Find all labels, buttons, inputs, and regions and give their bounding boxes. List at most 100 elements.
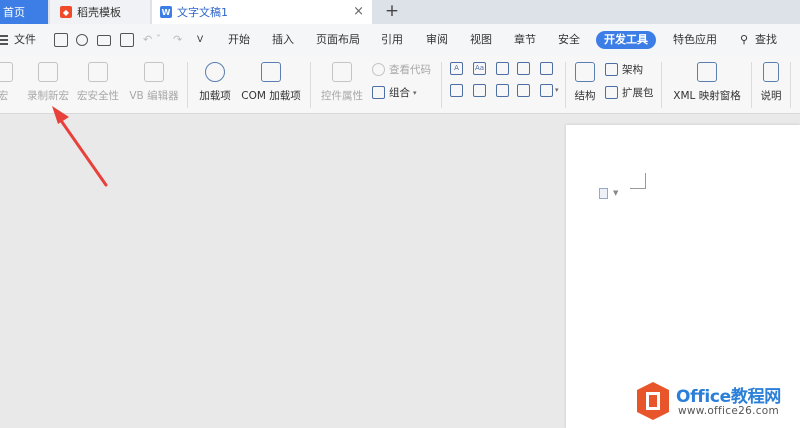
structure-icon [575, 62, 595, 82]
undo-icon[interactable]: ↶ ˇ [143, 24, 161, 56]
menu-insert[interactable]: 插入 [272, 24, 294, 56]
text-control-icon[interactable]: A [450, 62, 463, 75]
dropdown-arrow-icon: ▾ [413, 88, 417, 97]
hamburger-menu-icon[interactable] [0, 35, 8, 47]
writer-doc-icon: W [160, 6, 172, 18]
record-macro-icon [38, 62, 58, 82]
save-icon[interactable] [54, 33, 68, 47]
menu-references[interactable]: 引用 [381, 24, 403, 56]
view-code-icon [372, 63, 385, 76]
paragraph-layout-icon[interactable] [599, 188, 608, 199]
ribbon-divider [661, 62, 662, 108]
daoke-logo-icon: ◆ [60, 6, 72, 18]
combo-box-control-icon[interactable] [450, 84, 463, 97]
expansion-pack-label: 扩展包 [622, 87, 654, 99]
com-addins-button[interactable]: COM 加载项 [239, 58, 303, 103]
office26-watermark: Office教程网 www.office26.com [634, 378, 800, 428]
quick-access-more-icon[interactable]: ᐯ [197, 24, 203, 56]
legacy-tools-dropdown-icon[interactable]: ▾ [555, 86, 559, 94]
macro-label: 宏 [0, 90, 9, 102]
office-logo-icon [637, 382, 669, 420]
menu-special-apps[interactable]: 特色应用 [673, 24, 717, 56]
tab-home[interactable]: 首页 [0, 0, 48, 24]
view-code-label: 查看代码 [389, 64, 431, 76]
xml-mapping-pane-button[interactable]: XML 映射窗格 [668, 58, 746, 103]
com-addins-label: COM 加载项 [241, 90, 301, 102]
rich-text-control-icon[interactable]: Aa [473, 62, 486, 75]
gear-icon [205, 62, 225, 82]
tab-document-label: 文字文稿1 [177, 6, 228, 19]
menu-file[interactable]: 文件 [14, 24, 36, 56]
control-properties-button[interactable]: 控件属性 [318, 58, 366, 103]
preview-icon[interactable] [120, 33, 134, 47]
checkbox-control-icon[interactable] [540, 62, 553, 75]
group-label: 组合 [389, 87, 410, 99]
macro-button[interactable]: 宏 [0, 58, 14, 103]
dropdown-list-control-icon[interactable] [473, 84, 486, 97]
menu-review[interactable]: 审阅 [426, 24, 448, 56]
ribbon-divider [790, 62, 791, 108]
expansion-pack-icon [605, 86, 618, 99]
structure-button[interactable]: 结构 [570, 58, 600, 103]
watermark-url: www.office26.com [678, 405, 780, 417]
menu-home[interactable]: 开始 [228, 24, 250, 56]
building-block-control-icon[interactable] [517, 62, 530, 75]
legacy-tools-icon[interactable] [540, 84, 553, 97]
record-macro-label: 录制新宏 [27, 90, 69, 102]
menu-page-layout[interactable]: 页面布局 [316, 24, 360, 56]
vb-editor-button[interactable]: VB 编辑器 [127, 58, 181, 103]
group-icon [372, 86, 385, 99]
schema-button[interactable]: 架构 [605, 62, 643, 77]
developer-ribbon: 宏 录制新宏 宏安全性 VB 编辑器 加载项 COM 加载项 控件属性 查看代码… [0, 56, 800, 114]
view-code-button[interactable]: 查看代码 [372, 62, 431, 77]
control-properties-label: 控件属性 [321, 90, 363, 102]
watermark-title: Office教程网 [676, 387, 781, 407]
menu-search[interactable]: 查找 [755, 24, 777, 56]
ribbon-divider [751, 62, 752, 108]
expansion-pack-button[interactable]: 扩展包 [605, 85, 654, 100]
redo-icon[interactable]: ↷ [173, 24, 182, 56]
help-button[interactable]: 说明 [757, 58, 785, 103]
ribbon-divider [565, 62, 566, 108]
info-document-icon [763, 62, 779, 82]
search-icon[interactable]: ⚲ [740, 24, 748, 56]
ribbon-divider [441, 62, 442, 108]
menu-view[interactable]: 视图 [470, 24, 492, 56]
control-properties-icon [332, 62, 352, 82]
group-button[interactable]: 组合 ▾ [372, 85, 417, 100]
macro-security-label: 宏安全性 [77, 90, 119, 102]
xml-mapping-label: XML 映射窗格 [673, 90, 741, 102]
tab-daoke-templates[interactable]: ◆ 稻壳模板 [50, 0, 150, 24]
tab-home-label: 首页 [3, 6, 25, 19]
print-preview-icon[interactable] [76, 34, 88, 46]
print-icon[interactable] [97, 35, 111, 46]
help-label: 说明 [760, 90, 782, 102]
date-picker-control-icon[interactable] [496, 84, 509, 97]
tab-daoke-label: 稻壳模板 [77, 6, 121, 19]
macro-security-icon [88, 62, 108, 82]
menu-security[interactable]: 安全 [558, 24, 580, 56]
close-tab-icon[interactable]: × [353, 4, 364, 19]
tab-document[interactable]: W 文字文稿1 × [152, 0, 372, 24]
menu-bar: 文件 ↶ ˇ ↷ ᐯ 开始 插入 页面布局 引用 审阅 视图 章节 安全 开发工… [0, 24, 800, 56]
addins-label: 加载项 [199, 90, 231, 102]
record-macro-button[interactable]: 录制新宏 [24, 58, 72, 103]
menu-section[interactable]: 章节 [514, 24, 536, 56]
menu-developer-tools[interactable]: 开发工具 [596, 31, 656, 49]
com-addin-icon [261, 62, 281, 82]
arrow-shaft [60, 120, 108, 187]
addins-button[interactable]: 加载项 [195, 58, 235, 103]
macro-icon [0, 62, 13, 82]
vb-editor-label: VB 编辑器 [129, 90, 179, 102]
macro-security-button[interactable]: 宏安全性 [74, 58, 122, 103]
tab-bar: 首页 ◆ 稻壳模板 W 文字文稿1 × + [0, 0, 800, 24]
repeating-section-control-icon[interactable] [517, 84, 530, 97]
structure-label: 结构 [574, 90, 596, 102]
ribbon-divider [310, 62, 311, 108]
schema-icon [605, 63, 618, 76]
paragraph-dropdown-icon[interactable]: ▼ [613, 189, 618, 197]
vb-editor-icon [144, 62, 164, 82]
new-tab-button[interactable]: + [382, 1, 402, 21]
schema-label: 架构 [622, 64, 643, 76]
picture-control-icon[interactable] [496, 62, 509, 75]
